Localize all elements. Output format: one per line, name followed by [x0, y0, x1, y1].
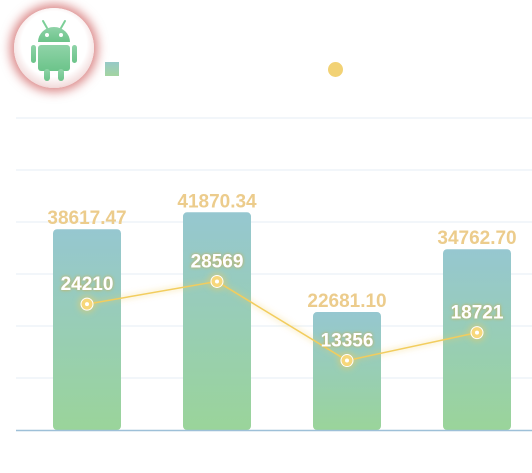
line-point-center [475, 330, 479, 335]
line-data-label: 18721 [451, 303, 504, 324]
line-point-center [215, 279, 219, 284]
bar-line-chart: 38617.47 41870.34 22681.10 34762.70 24210 285… [16, 117, 532, 432]
bar[interactable] [53, 229, 121, 430]
line-data-label: 24210 [61, 274, 114, 295]
bar-data-label: 34762.70 [437, 228, 516, 249]
line-data-label: 13356 [321, 331, 374, 352]
line-series[interactable] [86, 280, 478, 362]
line-point-center [345, 358, 349, 363]
bar-data-label: 22681.10 [307, 291, 386, 312]
line-data-label: 28569 [191, 251, 244, 272]
line-point-center [85, 302, 89, 307]
chart-panel: 38617.47 41870.34 22681.10 34762.70 24210 285… [0, 0, 532, 473]
bar-data-label: 38617.47 [47, 208, 126, 229]
bar-data-label: 41870.34 [177, 191, 257, 212]
bar[interactable] [183, 212, 251, 430]
